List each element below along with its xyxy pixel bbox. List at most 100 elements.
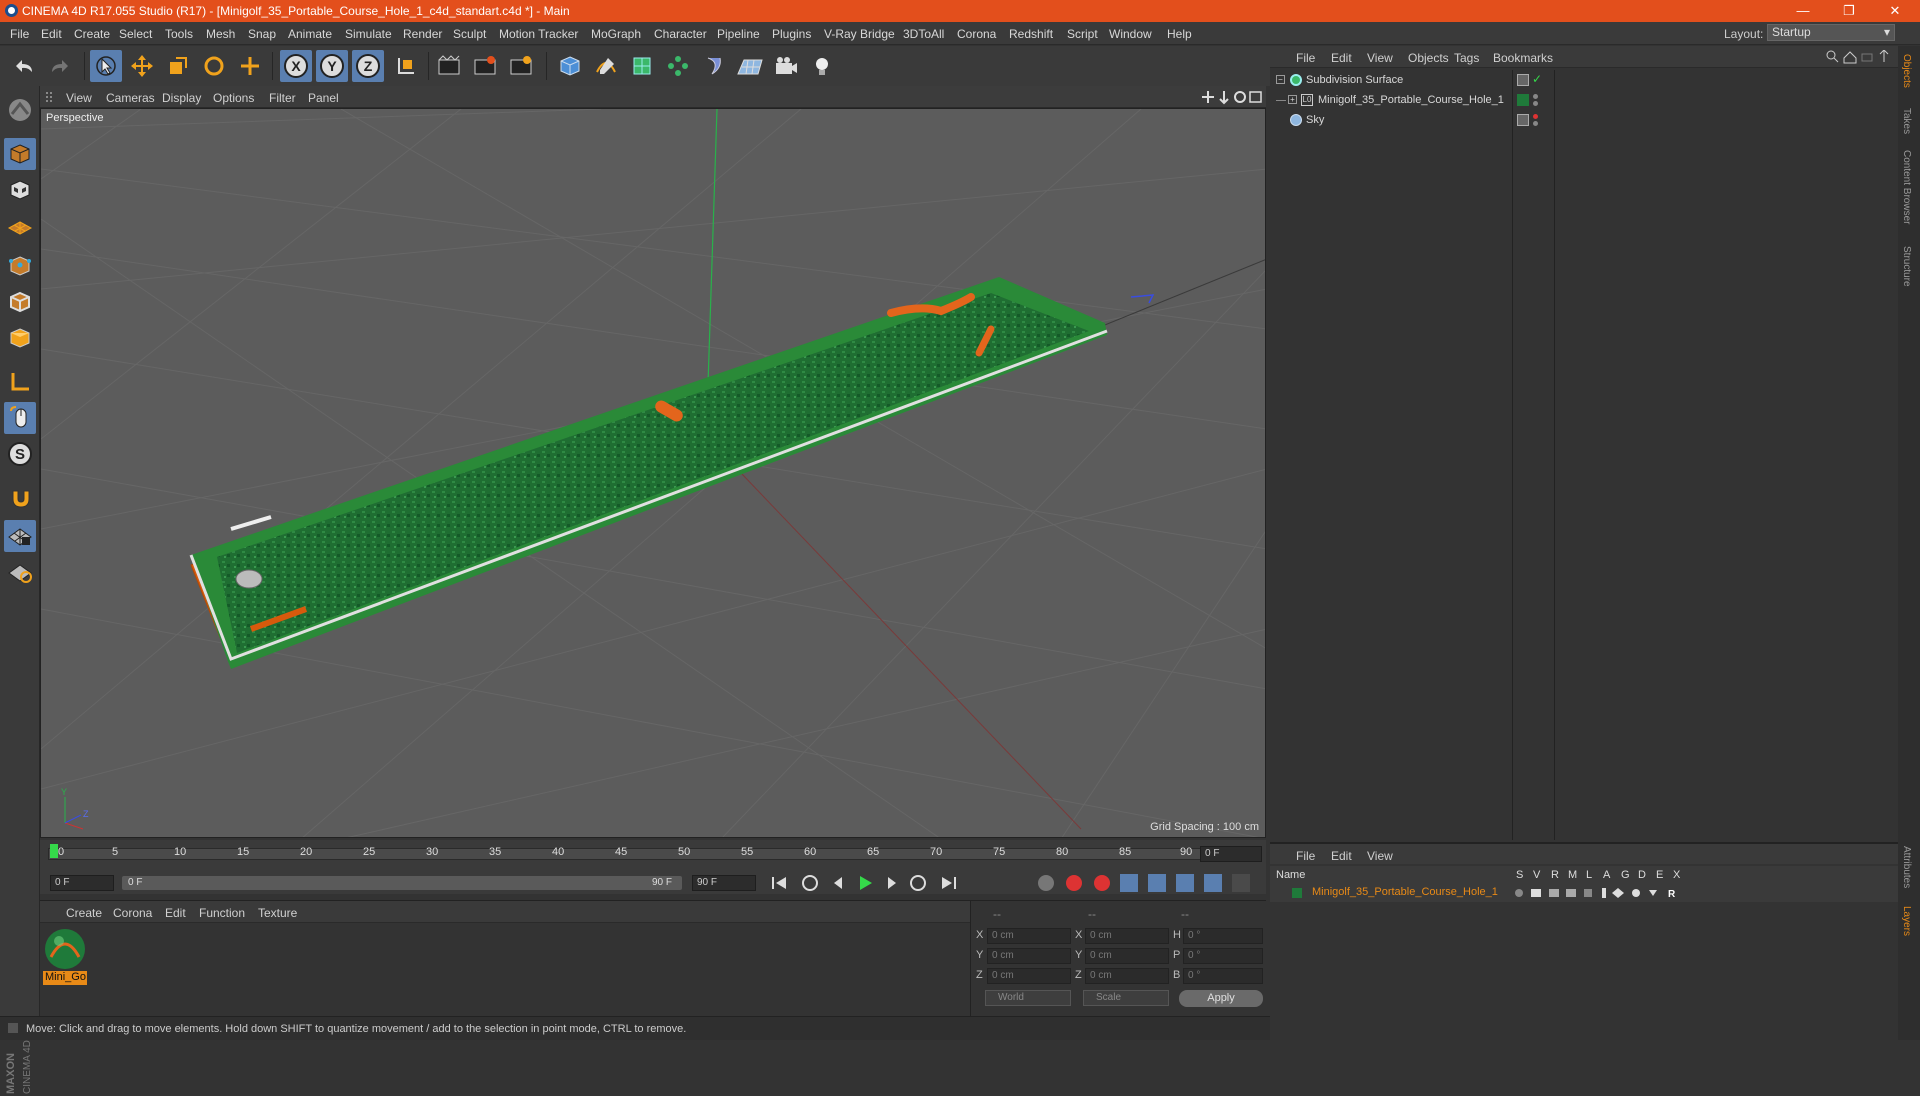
menu-window[interactable]: Window xyxy=(1109,27,1152,41)
object-manager-nav-icons[interactable] xyxy=(1826,50,1894,64)
play-icon[interactable] xyxy=(860,876,872,890)
perspective-viewport[interactable]: Y Z Perspective Grid Spacing : 100 cm xyxy=(40,108,1266,838)
enabled-check-icon[interactable]: ✓ xyxy=(1532,72,1542,86)
viewport-menu-options[interactable]: Options xyxy=(213,91,254,105)
material-menu-create[interactable]: Create xyxy=(66,906,102,920)
object-menu-view[interactable]: View xyxy=(1367,51,1393,65)
viewport-menu-view[interactable]: View xyxy=(66,91,92,105)
redo-icon[interactable] xyxy=(44,50,76,82)
texture-mode-icon[interactable] xyxy=(4,174,36,206)
layer-color-swatch[interactable] xyxy=(1292,888,1302,898)
object-menu-objects[interactable]: Objects xyxy=(1408,51,1449,65)
go-to-end-icon[interactable] xyxy=(942,877,956,889)
coordinate-system-icon[interactable] xyxy=(390,50,422,82)
next-frame-icon[interactable] xyxy=(888,877,896,889)
deformer-icon[interactable] xyxy=(698,50,730,82)
size-y-field[interactable]: 0 cm xyxy=(1085,948,1169,964)
key-rotation-icon[interactable] xyxy=(1176,874,1194,892)
x-axis-icon[interactable]: X xyxy=(280,50,312,82)
render-visibility-dot[interactable] xyxy=(1533,121,1538,126)
menu-mesh[interactable]: Mesh xyxy=(206,27,235,41)
record-active-objects-icon[interactable] xyxy=(1066,875,1082,891)
snap-icon[interactable] xyxy=(4,482,36,514)
previous-key-icon[interactable] xyxy=(802,875,818,891)
viewport-menu-cameras[interactable]: Cameras xyxy=(106,91,155,105)
tweak-mode-icon[interactable] xyxy=(4,402,36,434)
viewport-menu-panel[interactable]: Panel xyxy=(308,91,339,105)
menu-corona[interactable]: Corona xyxy=(957,27,996,41)
rotation-h-field[interactable]: 0 ° xyxy=(1183,928,1263,944)
live-selection-icon[interactable] xyxy=(90,50,122,82)
menu-help[interactable]: Help xyxy=(1167,27,1192,41)
collapse-icon[interactable]: − xyxy=(1276,75,1285,84)
layer-color-swatch[interactable] xyxy=(1517,94,1529,106)
menu-tools[interactable]: Tools xyxy=(165,27,193,41)
edit-render-settings-icon[interactable] xyxy=(506,50,538,82)
layer-menu-view[interactable]: View xyxy=(1367,849,1393,863)
sculpt-locked-icon[interactable] xyxy=(4,556,36,588)
key-pla-icon[interactable] xyxy=(1232,874,1250,892)
rotate-icon[interactable] xyxy=(198,50,230,82)
layer-tag-icon[interactable] xyxy=(1517,114,1529,126)
material-menu-function[interactable]: Function xyxy=(199,906,245,920)
edges-mode-icon[interactable] xyxy=(4,286,36,318)
layer-row[interactable]: Minigolf_35_Portable_Course_Hole_1 R xyxy=(1270,884,1898,902)
tab-attributes[interactable]: Attributes xyxy=(1901,846,1912,888)
previous-frame-icon[interactable] xyxy=(834,877,842,889)
menu-script[interactable]: Script xyxy=(1067,27,1098,41)
tab-layers[interactable]: Layers xyxy=(1901,906,1912,936)
editor-visibility-dot[interactable] xyxy=(1533,94,1538,99)
menu-simulate[interactable]: Simulate xyxy=(345,27,392,41)
object-name[interactable]: Minigolf_35_Portable_Course_Hole_1 xyxy=(1318,94,1504,106)
end-frame-field[interactable]: 90 F xyxy=(692,875,756,891)
restore-button[interactable]: ❐ xyxy=(1826,0,1872,22)
rotation-p-field[interactable]: 0 ° xyxy=(1183,948,1263,964)
position-z-field[interactable]: 0 cm xyxy=(987,968,1071,984)
recent-tools-icon[interactable] xyxy=(234,50,266,82)
tab-content-browser[interactable]: Content Browser xyxy=(1901,150,1912,224)
menu-plugins[interactable]: Plugins xyxy=(772,27,811,41)
coordinate-space-select[interactable]: World xyxy=(985,990,1071,1006)
menu-3dtoall[interactable]: 3DToAll xyxy=(903,27,944,41)
workplane-mode-icon[interactable] xyxy=(4,210,36,242)
camera-icon[interactable] xyxy=(770,50,802,82)
object-row-sky[interactable]: Sky xyxy=(1270,112,1898,130)
y-axis-icon[interactable]: Y xyxy=(316,50,348,82)
layer-menu-edit[interactable]: Edit xyxy=(1331,849,1352,863)
tab-objects[interactable]: Objects xyxy=(1901,54,1912,88)
object-row-subdivision-surface[interactable]: − Subdivision Surface ✓ xyxy=(1270,72,1898,90)
points-mode-icon[interactable] xyxy=(4,250,36,282)
start-frame-field[interactable]: 0 F xyxy=(50,875,114,891)
menu-motion-tracker[interactable]: Motion Tracker xyxy=(499,27,578,41)
expand-icon[interactable]: + xyxy=(1288,95,1297,104)
material-menu-corona[interactable]: Corona xyxy=(113,906,152,920)
light-icon[interactable] xyxy=(806,50,838,82)
menu-sculpt[interactable]: Sculpt xyxy=(453,27,486,41)
scale-icon[interactable] xyxy=(162,50,194,82)
apply-button[interactable]: Apply xyxy=(1179,990,1263,1007)
material-name[interactable]: Mini_Go xyxy=(43,971,87,985)
move-icon[interactable] xyxy=(126,50,158,82)
subdivision-surface-icon[interactable] xyxy=(626,50,658,82)
next-key-icon[interactable] xyxy=(910,875,926,891)
timeline-ruler[interactable]: 0 5 10 15 20 25 30 35 40 45 50 55 60 65 … xyxy=(40,840,1266,876)
tab-takes[interactable]: Takes xyxy=(1901,108,1912,134)
layer-menu-file[interactable]: File xyxy=(1296,849,1315,863)
menu-edit[interactable]: Edit xyxy=(41,27,62,41)
make-editable-icon[interactable] xyxy=(4,94,36,126)
menu-create[interactable]: Create xyxy=(74,27,110,41)
solo-mode-icon[interactable]: S xyxy=(4,438,36,470)
preview-range-slider[interactable]: 0 F 90 F xyxy=(122,876,682,890)
key-scale-icon[interactable] xyxy=(1148,874,1166,892)
spline-pen-icon[interactable] xyxy=(590,50,622,82)
object-menu-edit[interactable]: Edit xyxy=(1331,51,1352,65)
object-name[interactable]: Subdivision Surface xyxy=(1306,74,1403,86)
viewport-menu-filter[interactable]: Filter xyxy=(269,91,296,105)
position-y-field[interactable]: 0 cm xyxy=(987,948,1071,964)
key-parameter-icon[interactable] xyxy=(1204,874,1222,892)
material-thumbnail[interactable] xyxy=(43,927,87,971)
rotation-b-field[interactable]: 0 ° xyxy=(1183,968,1263,984)
menu-vray-bridge[interactable]: V-Ray Bridge xyxy=(824,27,895,41)
playback-controls[interactable] xyxy=(766,873,1026,893)
menu-redshift[interactable]: Redshift xyxy=(1009,27,1053,41)
